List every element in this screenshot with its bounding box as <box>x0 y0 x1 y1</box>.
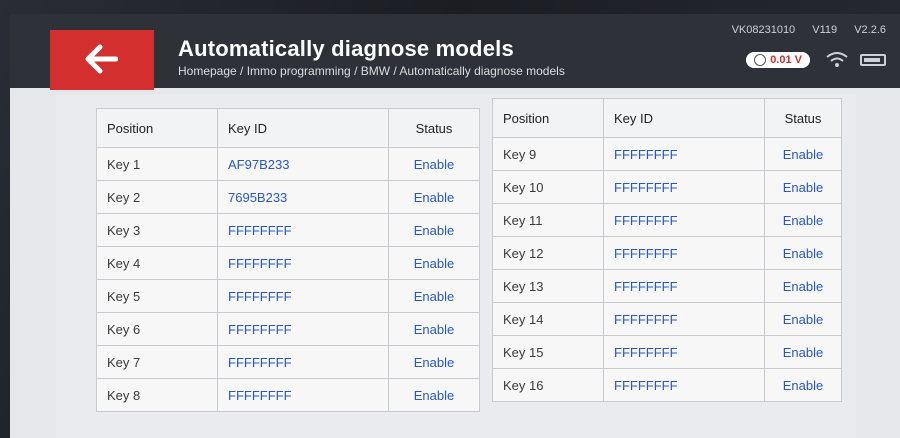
key-position-cell: Key 10 <box>492 170 604 204</box>
table-row[interactable]: Key 4 FFFFFFFF Enable <box>96 246 480 280</box>
table-header-row: Position Key ID Status <box>492 98 842 138</box>
voltage-indicator: 0.01 V <box>746 52 810 68</box>
wifi-icon <box>826 52 848 67</box>
table-row[interactable]: Key 13 FFFFFFFF Enable <box>492 269 842 303</box>
key-position-cell: Key 12 <box>492 236 604 270</box>
column-header-position: Position <box>96 108 218 148</box>
key-id-cell: FFFFFFFF <box>603 302 765 336</box>
key-status-cell: Enable <box>388 246 480 280</box>
key-id-cell: FFFFFFFF <box>217 378 389 412</box>
table-row[interactable]: Key 5 FFFFFFFF Enable <box>96 279 480 313</box>
firmware-version: V119 <box>812 24 838 36</box>
page-title: Automatically diagnose models <box>178 36 514 61</box>
table-row[interactable]: Key 1 AF97B233 Enable <box>96 147 480 181</box>
table-row[interactable]: Key 15 FFFFFFFF Enable <box>492 335 842 369</box>
key-status-cell: Enable <box>764 137 842 171</box>
key-id-cell: FFFFFFFF <box>217 279 389 313</box>
table-row[interactable]: Key 6 FFFFFFFF Enable <box>96 312 480 346</box>
key-status-cell: Enable <box>764 368 842 402</box>
key-status-cell: Enable <box>764 269 842 303</box>
screen: Automatically diagnose models Homepage /… <box>10 14 900 438</box>
key-id-cell: FFFFFFFF <box>217 213 389 247</box>
table-row[interactable]: Key 9 FFFFFFFF Enable <box>492 137 842 171</box>
voltage-icon <box>754 54 767 66</box>
battery-icon <box>860 54 886 66</box>
key-position-cell: Key 3 <box>96 213 218 247</box>
table-row[interactable]: Key 14 FFFFFFFF Enable <box>492 302 842 336</box>
key-position-cell: Key 15 <box>492 335 604 369</box>
key-status-cell: Enable <box>764 203 842 237</box>
table-header-row: Position Key ID Status <box>96 108 480 148</box>
key-status-cell: Enable <box>388 147 480 181</box>
key-position-cell: Key 6 <box>96 312 218 346</box>
key-status-cell: Enable <box>388 180 480 214</box>
key-status-cell: Enable <box>764 170 842 204</box>
key-id-cell: 7695B233 <box>217 180 389 214</box>
key-position-cell: Key 2 <box>96 180 218 214</box>
key-id-cell: FFFFFFFF <box>603 170 765 204</box>
app-version: V2.2.6 <box>854 24 886 36</box>
key-id-cell: FFFFFFFF <box>603 137 765 171</box>
key-table-left: Position Key ID Status Key 1 AF97B233 Enab… <box>96 108 480 412</box>
key-status-cell: Enable <box>764 236 842 270</box>
column-header-key-id: Key ID <box>217 108 389 148</box>
key-status-cell: Enable <box>388 378 480 412</box>
table-row[interactable]: Key 12 FFFFFFFF Enable <box>492 236 842 270</box>
key-position-cell: Key 7 <box>96 345 218 379</box>
key-id-cell: FFFFFFFF <box>603 335 765 369</box>
key-id-cell: FFFFFFFF <box>603 203 765 237</box>
table-row[interactable]: Key 7 FFFFFFFF Enable <box>96 345 480 379</box>
key-position-cell: Key 4 <box>96 246 218 280</box>
table-row[interactable]: Key 3 FFFFFFFF Enable <box>96 213 480 247</box>
key-id-cell: FFFFFFFF <box>217 312 389 346</box>
key-position-cell: Key 8 <box>96 378 218 412</box>
voltage-value: 0.01 V <box>770 54 802 66</box>
key-position-cell: Key 13 <box>492 269 604 303</box>
table-row[interactable]: Key 10 FFFFFFFF Enable <box>492 170 842 204</box>
key-id-cell: AF97B233 <box>217 147 389 181</box>
column-header-status: Status <box>764 98 842 138</box>
table-row[interactable]: Key 16 FFFFFFFF Enable <box>492 368 842 402</box>
key-position-cell: Key 14 <box>492 302 604 336</box>
key-id-cell: FFFFFFFF <box>603 236 765 270</box>
device-serial: VK08231010 <box>731 24 796 36</box>
arrow-left-icon <box>85 44 118 74</box>
key-status-cell: Enable <box>388 312 480 346</box>
key-table-right: Position Key ID Status Key 9 FFFFFFFF Enab… <box>492 98 842 402</box>
table-row[interactable]: Key 2 7695B233 Enable <box>96 180 480 214</box>
key-id-cell: FFFFFFFF <box>603 368 765 402</box>
back-button[interactable] <box>50 30 154 90</box>
key-status-cell: Enable <box>764 335 842 369</box>
table-row[interactable]: Key 11 FFFFFFFF Enable <box>492 203 842 237</box>
key-position-cell: Key 1 <box>96 147 218 181</box>
table-row[interactable]: Key 8 FFFFFFFF Enable <box>96 378 480 412</box>
key-id-cell: FFFFFFFF <box>217 246 389 280</box>
column-header-key-id: Key ID <box>603 98 765 138</box>
header-bar: Automatically diagnose models Homepage /… <box>10 14 900 90</box>
key-status-cell: Enable <box>388 279 480 313</box>
content-panel: Position Key ID Status Key 1 AF97B233 Enab… <box>56 94 856 438</box>
column-header-status: Status <box>388 108 480 148</box>
column-header-position: Position <box>492 98 604 138</box>
key-position-cell: Key 16 <box>492 368 604 402</box>
key-status-cell: Enable <box>764 302 842 336</box>
key-status-cell: Enable <box>388 345 480 379</box>
breadcrumb: Homepage / Immo programming / BMW / Auto… <box>178 64 565 78</box>
key-status-cell: Enable <box>388 213 480 247</box>
key-id-cell: FFFFFFFF <box>217 345 389 379</box>
key-position-cell: Key 9 <box>492 137 604 171</box>
key-id-cell: FFFFFFFF <box>603 269 765 303</box>
key-position-cell: Key 5 <box>96 279 218 313</box>
key-position-cell: Key 11 <box>492 203 604 237</box>
status-bar: VK08231010 V119 V2.2.6 <box>718 24 886 36</box>
